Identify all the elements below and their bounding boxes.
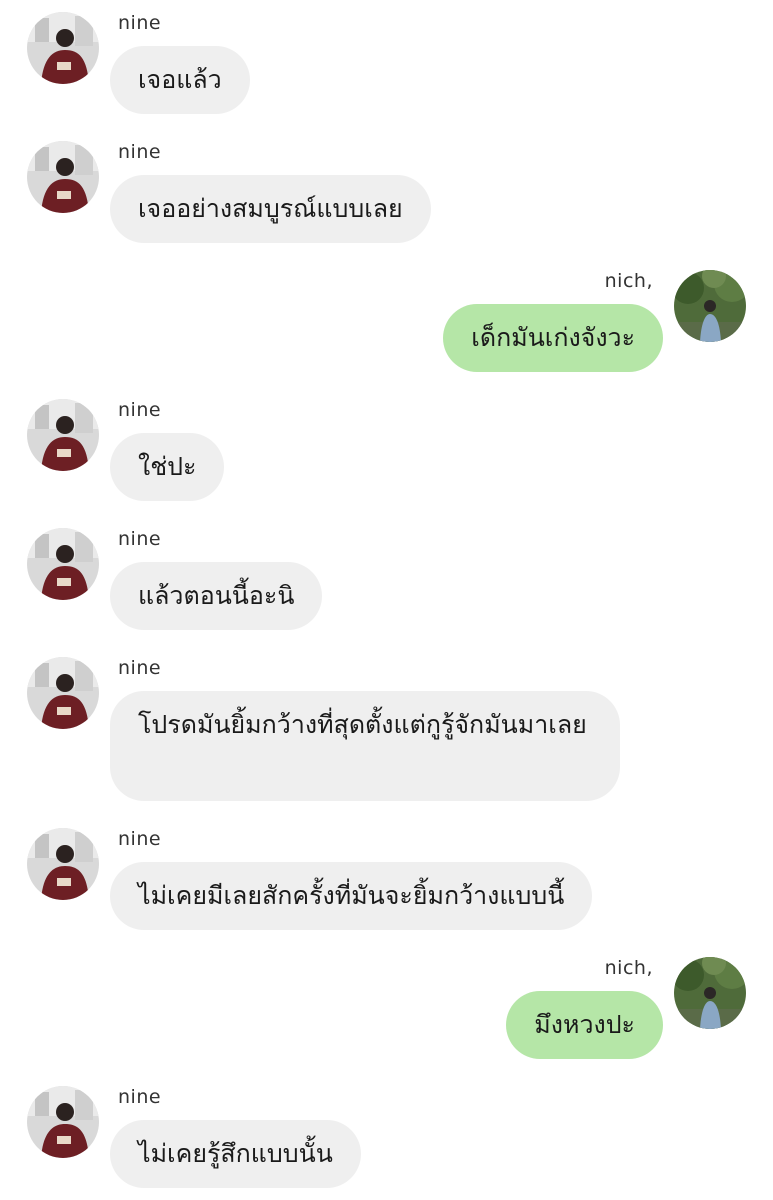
sender-name: nine bbox=[118, 828, 162, 850]
avatar-nine[interactable] bbox=[27, 657, 99, 729]
message-bubble[interactable]: ไม่เคยมีเลยสักครั้งที่มันจะยิ้มกว้างแบบน… bbox=[110, 862, 593, 930]
message-row: nine ไม่เคยมีเลยสักครั้งที่มันจะยิ้มกว้า… bbox=[0, 828, 773, 938]
sender-name: nich, bbox=[604, 957, 653, 979]
sender-name: nine bbox=[118, 12, 162, 34]
sender-name: nich, bbox=[604, 270, 653, 292]
message-row: nine ไม่เคยรู้สึกแบบนั้น bbox=[0, 1086, 773, 1196]
message-bubble[interactable]: เจออย่างสมบูรณ์แบบเลย bbox=[110, 175, 431, 243]
avatar-nine[interactable] bbox=[27, 528, 99, 600]
avatar-nine[interactable] bbox=[27, 399, 99, 471]
sender-name: nine bbox=[118, 1086, 162, 1108]
avatar-nich[interactable] bbox=[674, 957, 746, 1029]
avatar-nine[interactable] bbox=[27, 141, 99, 213]
avatar-nine[interactable] bbox=[27, 828, 99, 900]
message-bubble[interactable]: ไม่เคยรู้สึกแบบนั้น bbox=[110, 1120, 361, 1188]
avatar-photo-icon bbox=[27, 399, 99, 471]
avatar-photo-icon bbox=[27, 12, 99, 84]
sender-name: nine bbox=[118, 657, 162, 679]
message-bubble[interactable]: โปรดมันยิ้มกว้างที่สุดตั้งแต่กูรู้จักมัน… bbox=[110, 691, 620, 801]
message-bubble[interactable]: แล้วตอนนี้อะนิ bbox=[110, 562, 323, 630]
avatar-nich[interactable] bbox=[674, 270, 746, 342]
chat-thread: nine เจอแล้ว nine เจออย่างสมบูรณ์แบบเลย bbox=[0, 0, 773, 1200]
sender-name: nine bbox=[118, 528, 162, 550]
message-bubble[interactable]: มึงหวงปะ bbox=[506, 991, 663, 1059]
message-row: nine แล้วตอนนี้อะนิ bbox=[0, 528, 773, 638]
message-row: nine โปรดมันยิ้มกว้างที่สุดตั้งแต่กูรู้จ… bbox=[0, 657, 773, 807]
message-row: nich, มึงหวงปะ bbox=[0, 957, 773, 1067]
avatar-photo-icon bbox=[674, 957, 746, 1029]
avatar-photo-icon bbox=[27, 657, 99, 729]
avatar-photo-icon bbox=[27, 528, 99, 600]
message-row: nine ใช่ปะ bbox=[0, 399, 773, 509]
sender-name: nine bbox=[118, 141, 162, 163]
message-row: nine เจอแล้ว bbox=[0, 12, 773, 122]
message-row: nine เจออย่างสมบูรณ์แบบเลย bbox=[0, 141, 773, 251]
message-bubble[interactable]: เจอแล้ว bbox=[110, 46, 250, 114]
message-bubble[interactable]: ใช่ปะ bbox=[110, 433, 225, 501]
avatar-photo-icon bbox=[27, 1086, 99, 1158]
message-row: nich, เด็กมันเก่งจังวะ bbox=[0, 270, 773, 380]
avatar-nine[interactable] bbox=[27, 1086, 99, 1158]
avatar-photo-icon bbox=[27, 828, 99, 900]
sender-name: nine bbox=[118, 399, 162, 421]
avatar-nine[interactable] bbox=[27, 12, 99, 84]
message-bubble[interactable]: เด็กมันเก่งจังวะ bbox=[443, 304, 663, 372]
avatar-photo-icon bbox=[27, 141, 99, 213]
avatar-photo-icon bbox=[674, 270, 746, 342]
